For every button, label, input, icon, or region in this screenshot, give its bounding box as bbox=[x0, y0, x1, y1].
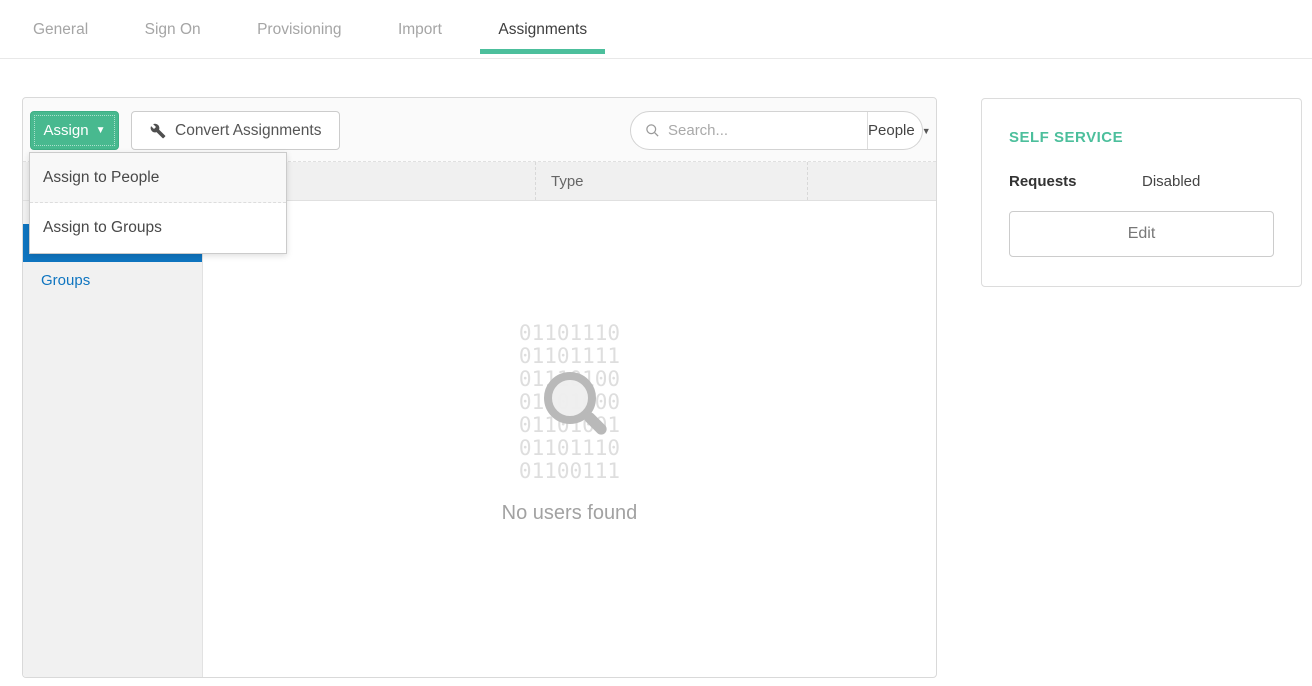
chevron-down-icon: ▼ bbox=[96, 126, 106, 136]
assign-button[interactable]: Assign ▼ bbox=[30, 111, 119, 150]
assignments-body: People Groups 01101110 01101111 01110100… bbox=[23, 201, 936, 677]
column-header-type: Type bbox=[551, 162, 584, 201]
binary-row: 01101110 bbox=[519, 437, 620, 460]
tab-assignments[interactable]: Assignments bbox=[480, 0, 605, 54]
column-divider bbox=[807, 162, 808, 200]
binary-row: 01101110 bbox=[519, 322, 620, 345]
search-input[interactable] bbox=[668, 122, 867, 139]
convert-assignments-button[interactable]: Convert Assignments bbox=[131, 111, 340, 150]
sidebar-item-groups[interactable]: Groups bbox=[23, 262, 202, 300]
menu-item-assign-to-groups[interactable]: Assign to Groups bbox=[30, 203, 286, 253]
requests-value: Disabled bbox=[1142, 173, 1200, 190]
tab-provisioning[interactable]: Provisioning bbox=[239, 0, 359, 54]
assignments-side-nav: People Groups bbox=[23, 201, 203, 677]
search-box bbox=[631, 112, 867, 149]
tab-sign-on[interactable]: Sign On bbox=[127, 0, 219, 54]
requests-label: Requests bbox=[1009, 173, 1142, 190]
column-divider bbox=[535, 162, 536, 200]
search-icon bbox=[645, 123, 660, 138]
convert-assignments-label: Convert Assignments bbox=[175, 122, 321, 140]
wrench-icon bbox=[150, 123, 166, 139]
requests-row: Requests Disabled bbox=[1009, 173, 1274, 190]
app-tabs: General Sign On Provisioning Import Assi… bbox=[0, 0, 1312, 59]
search-scope-dropdown[interactable]: People ▼ bbox=[867, 112, 931, 149]
chevron-down-icon: ▼ bbox=[922, 126, 931, 136]
edit-button[interactable]: Edit bbox=[1009, 211, 1274, 257]
search-group: People ▼ bbox=[630, 111, 923, 150]
search-scope-label: People bbox=[868, 122, 915, 139]
sidebar-item-groups-label: Groups bbox=[41, 272, 90, 289]
empty-state-message: No users found bbox=[203, 502, 936, 525]
binary-row: 01100111 bbox=[519, 460, 620, 483]
self-service-title: SELF SERVICE bbox=[1009, 129, 1274, 146]
assign-button-label: Assign bbox=[44, 122, 89, 139]
menu-item-assign-to-people[interactable]: Assign to People bbox=[30, 153, 286, 203]
tab-import[interactable]: Import bbox=[380, 0, 460, 54]
binary-art-graphic: 01101110 01101111 01110100 01101000 0110… bbox=[519, 322, 620, 483]
assignments-empty-state: 01101110 01101111 01110100 01101000 0110… bbox=[203, 201, 936, 677]
assign-dropdown-menu: Assign to People Assign to Groups bbox=[29, 152, 287, 254]
self-service-card: SELF SERVICE Requests Disabled Edit bbox=[981, 98, 1302, 287]
tab-general[interactable]: General bbox=[15, 0, 106, 54]
binary-row: 01101111 bbox=[519, 345, 620, 368]
